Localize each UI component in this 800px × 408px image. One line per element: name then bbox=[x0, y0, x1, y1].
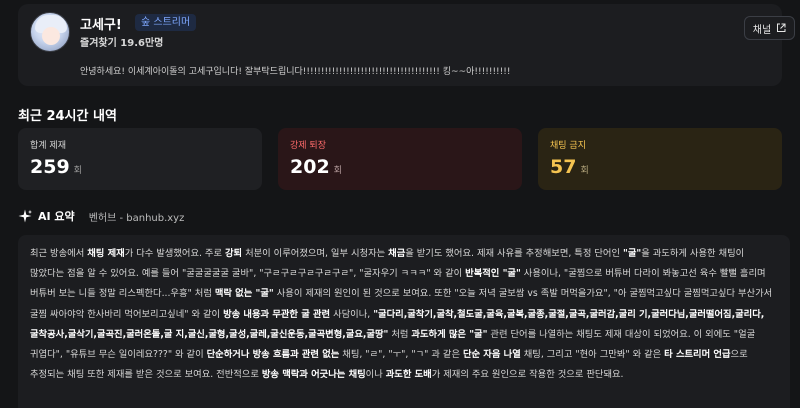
total-sanctions-card: 합계 제재 259 회 bbox=[18, 128, 262, 190]
total-sanctions-label: 합계 제재 bbox=[30, 141, 66, 151]
streamer-bio: 안녕하세요! 이세계아이돌의 고세구입니다! 잘부탁드립니다!!!!!!!!!!… bbox=[80, 67, 511, 77]
chat-ban-label: 채팅 금지 bbox=[550, 141, 586, 151]
summary-emphasis: 과도하게 많은 "굴" bbox=[411, 328, 488, 340]
follower-count: 즐겨찾기 19.6만명 bbox=[80, 38, 164, 49]
total-sanctions-value: 259 회 bbox=[30, 156, 82, 178]
sparkle-icon bbox=[18, 209, 32, 223]
streamer-profile-card: 고세구! 숲 스트리머 즐겨찾기 19.6만명 안녕하세요! 이세계아이돌의 고… bbox=[18, 4, 795, 86]
channel-button-label: 채널 bbox=[752, 24, 772, 36]
summary-emphasis: 맥락 없는 "굴" bbox=[214, 288, 274, 300]
channel-button[interactable]: 채널 bbox=[744, 16, 795, 40]
summary-emphasis: 방송 내용과 무관한 굴 관련 bbox=[223, 308, 331, 320]
kick-unit: 회 bbox=[333, 166, 342, 176]
summary-emphasis: 반복적인 "굴" bbox=[465, 268, 521, 280]
summary-segment: 처분이 이루어졌으며, 일부 시청자는 bbox=[242, 248, 389, 259]
ai-summary-title: AI 요약 bbox=[38, 210, 75, 223]
ai-summary-source: 벤허브 - banhub.xyz bbox=[88, 212, 185, 224]
summary-segment: 을 받기도 했어요. 제재 사유를 추정해보면, 특정 단어인 bbox=[405, 248, 623, 259]
chat-ban-card: 채팅 금지 57 회 bbox=[538, 128, 782, 190]
summary-segment: 처럼 bbox=[388, 328, 412, 340]
avatar-face bbox=[42, 27, 60, 45]
kick-label: 강제 퇴장 bbox=[290, 141, 326, 151]
summary-emphasis: 채팅 제재 bbox=[87, 248, 125, 259]
summary-emphasis: 과도한 도배 bbox=[385, 369, 432, 381]
summary-emphasis: 방송 맥락과 어긋나는 채팅 bbox=[261, 369, 366, 381]
streamer-badge: 숲 스트리머 bbox=[135, 14, 197, 31]
chat-ban-value: 57 회 bbox=[550, 156, 589, 178]
summary-emphasis: 단순 자음 나열 bbox=[462, 349, 521, 361]
summary-segment: 사담이나, bbox=[330, 308, 374, 320]
summary-emphasis: "굴" bbox=[622, 248, 642, 259]
summary-emphasis: 채금 bbox=[388, 248, 406, 259]
summary-emphasis: 단순하거나 방송 흐름과 관련 없는 bbox=[206, 349, 340, 361]
summary-segment: 최근 방송에서 bbox=[30, 248, 88, 259]
summary-segment: 채팅, 그리고 "현아 그만봐" 와 같은 bbox=[520, 349, 665, 361]
kick-value: 202 회 bbox=[290, 156, 342, 178]
avatar[interactable] bbox=[30, 12, 70, 52]
total-sanctions-unit: 회 bbox=[73, 166, 82, 176]
ai-summary-text: 최근 방송에서 채팅 제재가 다수 발생했어요. 주로 강퇴 처분이 이루어졌으… bbox=[30, 244, 780, 385]
summary-segment: 가 제재의 주요 원인으로 작용한 것으로 판단돼요. bbox=[431, 369, 624, 381]
external-link-icon bbox=[777, 23, 786, 32]
streamer-name: 고세구! bbox=[80, 18, 122, 33]
kick-card: 강제 퇴장 202 회 bbox=[278, 128, 522, 190]
summary-emphasis: 타 스트리머 언급 bbox=[664, 349, 731, 361]
summary-segment: 이나 bbox=[365, 369, 386, 381]
ai-summary-box: 최근 방송에서 채팅 제재가 다수 발생했어요. 주로 강퇴 처분이 이루어졌으… bbox=[18, 235, 790, 408]
summary-emphasis: 강퇴 bbox=[225, 248, 243, 259]
summary-segment: 가 다수 발생했어요. 주로 bbox=[124, 248, 225, 259]
chat-ban-unit: 회 bbox=[580, 166, 589, 176]
ai-summary-header: AI 요약 벤허브 - banhub.xyz bbox=[18, 208, 184, 224]
summary-segment: 채팅, "ㄹ", "ㅜ", "ㄱ" 과 같은 bbox=[339, 349, 463, 361]
recent-24h-title: 최근 24시간 내역 bbox=[18, 109, 117, 124]
